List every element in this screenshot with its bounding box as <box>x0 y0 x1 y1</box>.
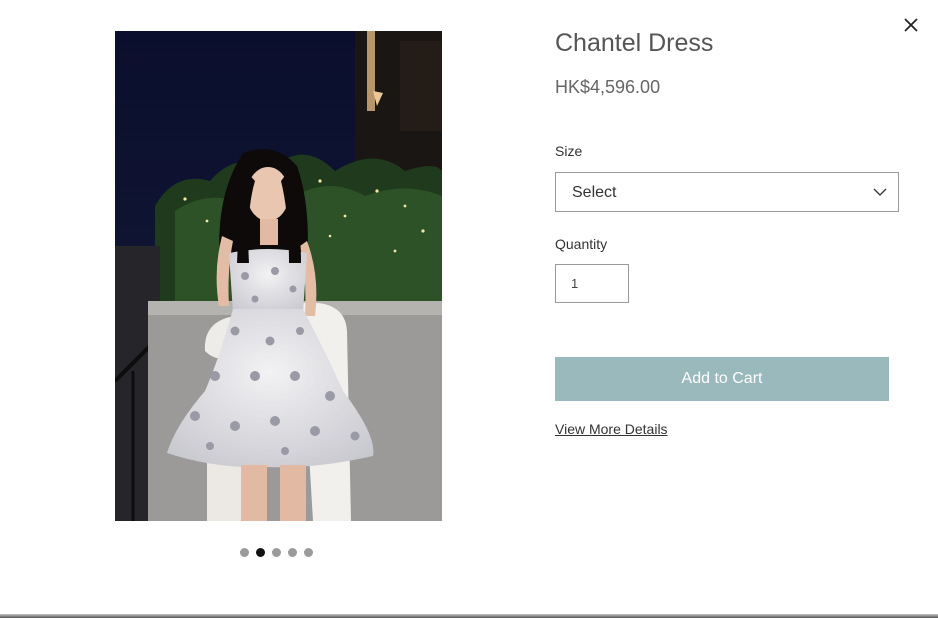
product-title: Chantel Dress <box>555 29 714 57</box>
quantity-label: Quantity <box>555 236 608 252</box>
size-selected-value: Select <box>572 184 617 201</box>
close-icon <box>904 18 918 32</box>
add-to-cart-button[interactable]: Add to Cart <box>555 357 889 401</box>
quick-view-modal: Chantel Dress HK$4,596.00 Size Select Qu… <box>0 0 938 614</box>
pagination-dot-3[interactable] <box>272 548 281 557</box>
close-button[interactable] <box>898 12 924 38</box>
view-more-details-link[interactable]: View More Details <box>555 421 668 437</box>
quantity-input[interactable] <box>555 264 629 303</box>
pagination-dot-1[interactable] <box>240 548 249 557</box>
size-label: Size <box>555 143 583 159</box>
chevron-down-icon <box>872 185 888 203</box>
product-price: HK$4,596.00 <box>555 77 661 97</box>
pagination-dot-5[interactable] <box>304 548 313 557</box>
image-pagination <box>240 548 313 558</box>
page-bottom-edge <box>0 614 938 618</box>
pagination-dot-4[interactable] <box>288 548 297 557</box>
product-image[interactable] <box>115 31 442 521</box>
size-dropdown[interactable]: Select <box>555 172 899 212</box>
pagination-dot-2[interactable] <box>256 548 265 557</box>
